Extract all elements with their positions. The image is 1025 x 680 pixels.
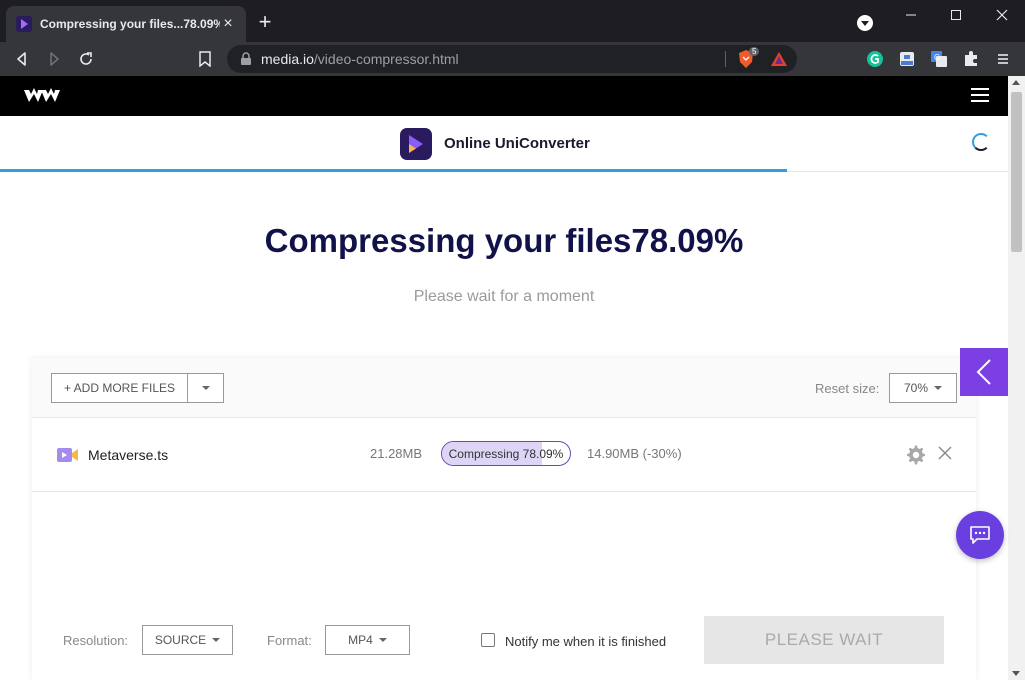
url-path: /video-compressor.html	[313, 51, 459, 67]
back-icon[interactable]	[10, 47, 34, 71]
resolution-select[interactable]: SOURCE	[142, 625, 233, 655]
site-header	[0, 76, 1008, 116]
chevron-left-icon	[976, 359, 991, 385]
tab-title: Compressing your files...78.09%	[40, 17, 220, 31]
format-value: MP4	[348, 633, 373, 647]
reload-icon[interactable]	[74, 47, 98, 71]
gear-icon[interactable]	[906, 445, 926, 465]
page-title: Compressing your files78.09%	[264, 222, 744, 259]
resolution-value: SOURCE	[154, 633, 207, 647]
tab-search-icon[interactable]	[857, 15, 873, 31]
side-panel-toggle[interactable]	[960, 348, 1008, 396]
media-io-favicon-icon	[16, 16, 32, 32]
chevron-down-icon	[934, 386, 943, 390]
site-menu-icon[interactable]	[971, 88, 989, 102]
reset-size-select[interactable]: 70%	[889, 373, 957, 403]
wondershare-logo-icon[interactable]	[24, 88, 60, 104]
page-subtitle: Please wait for a moment	[413, 288, 595, 305]
chat-bubble-icon	[970, 526, 990, 544]
file-row: Metaverse.ts 21.28MB Compressing 78.09% …	[32, 418, 976, 492]
address-bar[interactable]: media.io /video-compressor.html 5	[227, 45, 797, 73]
loading-spinner-icon	[972, 133, 990, 151]
chat-button[interactable]	[956, 511, 1004, 559]
brave-shields-icon[interactable]: 5	[737, 47, 760, 69]
maximize-icon[interactable]	[933, 0, 979, 30]
uniconverter-logo-icon[interactable]	[400, 128, 432, 160]
forward-icon[interactable]	[42, 47, 66, 71]
reset-size-label: Reset size:	[815, 381, 880, 396]
compression-progress: Compressing 78.09%	[441, 441, 571, 466]
remove-file-close-icon[interactable]	[938, 446, 952, 460]
add-files-dropdown-button[interactable]	[188, 374, 223, 402]
resolution-label: Resolution:	[63, 633, 129, 648]
product-bar: Online UniConverter	[0, 116, 1008, 172]
brave-rewards-icon[interactable]	[770, 50, 788, 68]
format-label: Format:	[267, 633, 312, 648]
new-tab-button[interactable]: +	[253, 11, 277, 33]
page-progress-bar	[0, 169, 787, 172]
bookmark-icon[interactable]	[193, 47, 217, 71]
chevron-down-icon	[378, 638, 387, 642]
original-file-size: 21.28MB	[370, 446, 423, 461]
extension-account-icon[interactable]	[896, 48, 918, 70]
scroll-down-arrow-icon[interactable]	[1012, 671, 1020, 676]
notify-label[interactable]: Notify me when it is finished	[505, 634, 666, 649]
file-name: Metaverse.ts	[88, 447, 169, 463]
chevron-down-icon	[201, 386, 210, 390]
progress-status-text: Compressing 78.09%	[448, 446, 564, 461]
notify-checkbox[interactable]	[481, 633, 495, 647]
scrollbar-thumb[interactable]	[1011, 92, 1022, 252]
window-close-icon[interactable]	[979, 0, 1025, 30]
svg-text:G: G	[934, 53, 940, 62]
browser-tab[interactable]: Compressing your files...78.09% ×	[6, 6, 246, 42]
grammarly-icon[interactable]	[864, 48, 886, 70]
format-select[interactable]: MP4	[325, 625, 410, 655]
tab-close-icon[interactable]: ×	[220, 16, 236, 32]
url-host: media.io	[261, 51, 314, 67]
compressed-file-size: 14.90MB (-30%)	[587, 446, 682, 461]
shields-count-badge: 5	[749, 47, 760, 56]
reset-size-value: 70%	[903, 381, 929, 395]
video-file-icon	[57, 448, 78, 462]
add-more-files-button[interactable]: + ADD MORE FILES	[52, 374, 188, 402]
panel-toolbar: + ADD MORE FILES Reset size: 70%	[32, 358, 976, 418]
chevron-down-icon	[212, 638, 221, 642]
browser-titlebar: Compressing your files...78.09% × +	[0, 0, 1025, 42]
extensions-puzzle-icon[interactable]	[960, 48, 982, 70]
scroll-up-arrow-icon[interactable]	[1012, 80, 1020, 85]
page-scrollbar[interactable]	[1008, 76, 1025, 680]
browser-toolbar: media.io /video-compressor.html 5 G	[0, 42, 1025, 76]
url-divider	[725, 51, 726, 67]
compress-panel: + ADD MORE FILES Reset size: 70% Metaver…	[32, 358, 976, 680]
google-translate-icon[interactable]: G	[928, 48, 950, 70]
product-name[interactable]: Online UniConverter	[444, 135, 590, 152]
browser-menu-icon[interactable]	[992, 48, 1014, 70]
minimize-icon[interactable]	[888, 0, 934, 30]
please-wait-button[interactable]: PLEASE WAIT	[704, 616, 944, 664]
add-files-group: + ADD MORE FILES	[51, 373, 224, 403]
lock-icon	[241, 52, 251, 65]
